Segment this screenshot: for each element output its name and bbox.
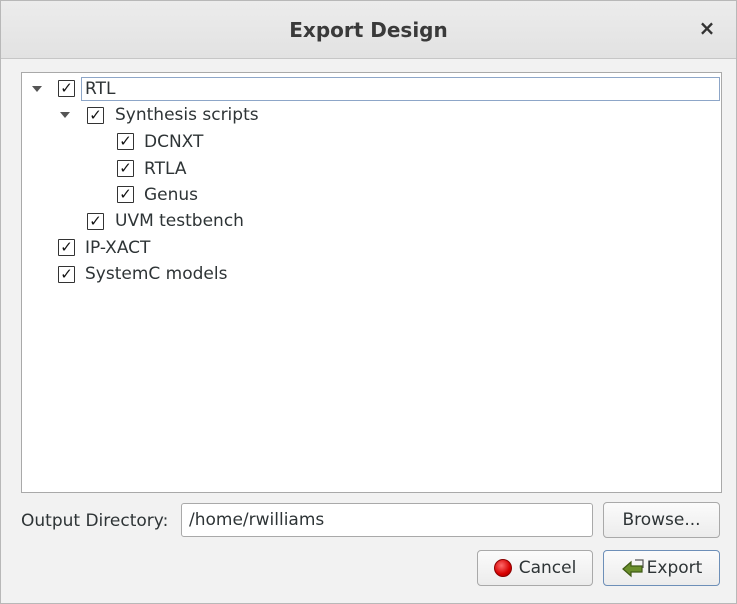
export-button[interactable]: Export — [603, 550, 720, 586]
checkbox-dcnxt[interactable]: ✓ — [117, 132, 134, 150]
stop-icon — [493, 559, 512, 577]
dialog-title: Export Design — [289, 18, 448, 42]
checkbox-systemc-models[interactable]: ✓ — [58, 265, 75, 283]
browse-button[interactable]: Browse... — [603, 502, 720, 538]
tree-item-label[interactable]: UVM testbench — [115, 210, 244, 232]
checkbox-rtla[interactable]: ✓ — [117, 159, 134, 177]
browse-button-label: Browse... — [622, 510, 701, 530]
tree-item-label[interactable]: RTLA — [144, 158, 186, 180]
tree-item-label[interactable]: SystemC models — [85, 263, 227, 285]
output-directory-input[interactable] — [181, 503, 593, 537]
tree-item-label[interactable]: DCNXT — [144, 131, 203, 153]
selected-row-frame — [81, 77, 720, 101]
cancel-button-label: Cancel — [518, 558, 577, 578]
tree-item-label[interactable]: Synthesis scripts — [115, 104, 259, 126]
expander-synthesis-icon[interactable] — [60, 112, 70, 118]
checkbox-uvm-testbench[interactable]: ✓ — [87, 212, 104, 230]
checkbox-ip-xact[interactable]: ✓ — [58, 238, 75, 256]
export-button-label: Export — [646, 558, 703, 578]
tree-item-label-rtl[interactable]: RTL — [85, 78, 115, 100]
title-bar: Export Design × — [1, 1, 736, 59]
checkbox-rtl[interactable]: ✓ — [58, 79, 75, 97]
close-icon[interactable]: × — [696, 15, 718, 41]
output-directory-label: Output Directory: — [21, 511, 169, 531]
tree-item-label[interactable]: Genus — [144, 184, 198, 206]
export-design-dialog: Export Design × ✓ ✓ Synthesis scripts ✓ … — [0, 0, 737, 604]
cancel-button[interactable]: Cancel — [477, 550, 593, 586]
export-arrow-icon — [621, 559, 644, 578]
export-tree[interactable]: ✓ ✓ Synthesis scripts ✓ DCNXT ✓ RTLA ✓ G… — [21, 72, 722, 493]
tree-item-label[interactable]: IP-XACT — [85, 237, 150, 259]
checkbox-synthesis-scripts[interactable]: ✓ — [87, 106, 104, 124]
expander-rtl-icon[interactable] — [32, 86, 42, 92]
checkbox-genus[interactable]: ✓ — [117, 185, 134, 203]
